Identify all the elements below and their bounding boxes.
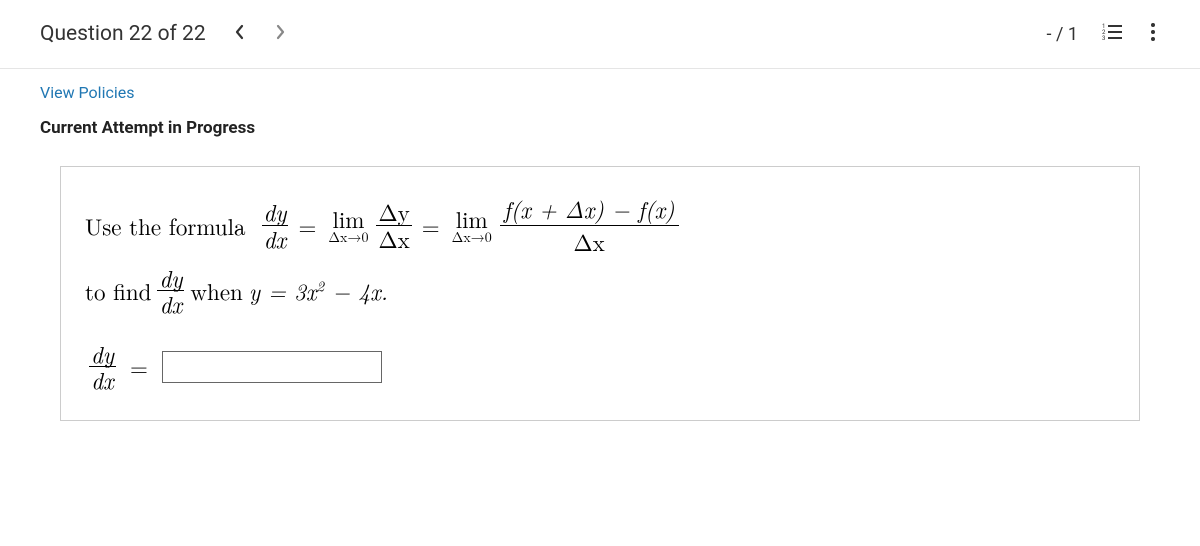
frac2-den: Δx bbox=[376, 226, 411, 251]
lead-text: Use the formula bbox=[85, 209, 246, 242]
equals-2: = bbox=[422, 209, 440, 242]
formula-line-2: to find dy dx when y = 3x2 − 4x. bbox=[85, 265, 1115, 317]
lim-sub: Δx→0 bbox=[328, 230, 368, 244]
question-box: Use the formula dy dx = lim Δx→0 Δy Δx =… bbox=[60, 166, 1140, 421]
limit-1: lim Δx→0 bbox=[328, 207, 368, 244]
attempt-status: Current Attempt in Progress bbox=[0, 108, 1200, 156]
prev-question-button[interactable] bbox=[230, 20, 250, 49]
more-options-button[interactable] bbox=[1146, 18, 1160, 50]
y-eq: y = 3x bbox=[249, 274, 317, 307]
question-number-label: Question 22 of 22 bbox=[40, 22, 206, 46]
frac-den: dx bbox=[262, 226, 288, 251]
limit-2: lim Δx→0 bbox=[452, 207, 492, 244]
answer-row: dy dx = bbox=[85, 341, 1115, 393]
ans-frac-den: dx bbox=[89, 367, 115, 392]
chevron-left-icon bbox=[234, 24, 246, 40]
view-policies-link[interactable]: View Policies bbox=[40, 83, 134, 102]
fraction-dy-dx: dy dx bbox=[262, 199, 289, 251]
svg-text:3: 3 bbox=[1102, 35, 1105, 41]
more-vertical-icon bbox=[1150, 22, 1156, 42]
bigfrac-num: f(x + Δx) − f(x) bbox=[500, 195, 679, 226]
header-left: Question 22 of 22 bbox=[40, 20, 290, 49]
fraction-dy-dx-2: dy dx bbox=[157, 265, 184, 317]
next-question-button[interactable] bbox=[270, 20, 290, 49]
chevron-right-icon bbox=[274, 24, 286, 40]
frac-den-2: dx bbox=[158, 291, 184, 316]
bigfrac-den: Δx bbox=[569, 226, 608, 256]
header-right: - / 1 1 2 3 bbox=[1047, 18, 1160, 50]
to-find-text: to find bbox=[85, 274, 151, 307]
lim-sub-2: Δx→0 bbox=[452, 230, 492, 244]
function-def: y = 3x2 − 4x. bbox=[249, 274, 388, 307]
list-icon: 1 2 3 bbox=[1102, 23, 1122, 41]
equals-1: = bbox=[298, 209, 316, 242]
nav-arrows bbox=[230, 20, 290, 49]
score-display: - / 1 bbox=[1047, 24, 1078, 45]
question-list-button[interactable]: 1 2 3 bbox=[1098, 19, 1126, 49]
equals-answer: = bbox=[130, 350, 148, 383]
question-header: Question 22 of 22 - / 1 1 2 3 bbox=[0, 0, 1200, 69]
difference-quotient: f(x + Δx) − f(x) Δx bbox=[500, 195, 679, 255]
answer-input[interactable] bbox=[162, 351, 382, 383]
when-text: when bbox=[190, 274, 242, 307]
fraction-dy-dx-answer: dy dx bbox=[89, 341, 116, 393]
formula-line-1: Use the formula dy dx = lim Δx→0 Δy Δx =… bbox=[85, 195, 1115, 255]
fraction-dy-dxDelta: Δy Δx bbox=[376, 199, 411, 251]
subheader: View Policies bbox=[0, 69, 1200, 108]
minus-4x: − 4x. bbox=[324, 274, 388, 307]
